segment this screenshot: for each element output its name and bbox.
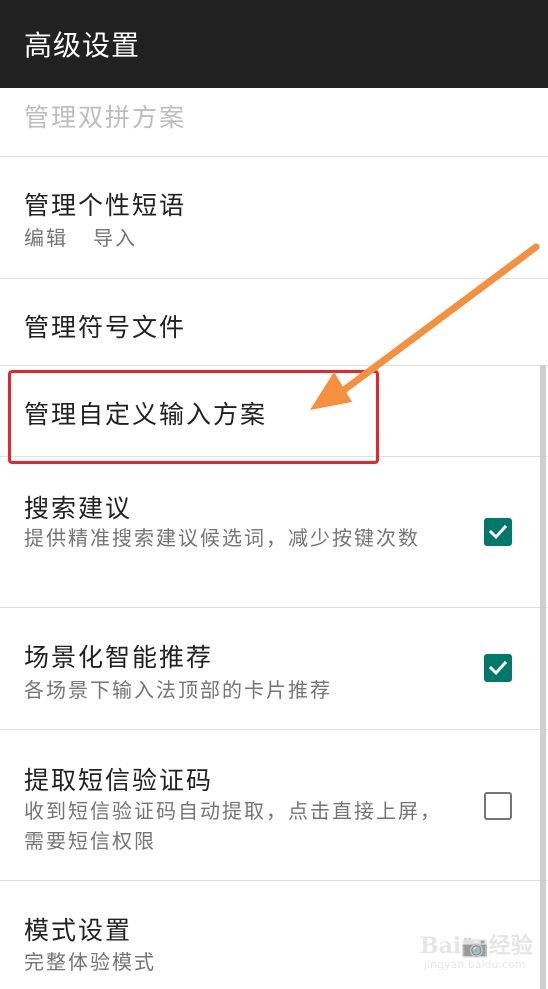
pref-summary: 编辑 导入 <box>24 226 138 250</box>
pref-title: 场景化智能推荐 <box>24 643 214 672</box>
pref-title: 管理符号文件 <box>24 313 187 342</box>
scrollbar[interactable] <box>540 365 546 989</box>
watermark: Bai📷经验 jingyan.baidu.com <box>420 928 540 978</box>
pref-title: 管理个性短语 <box>24 191 187 220</box>
sms-code-checkbox[interactable] <box>484 792 512 820</box>
settings-screen: 高级设置 管理双拼方案 管理个性短语 编辑 导入 管理符号文件 管理自定义输入方… <box>0 0 548 989</box>
pref-title: 管理自定义输入方案 <box>24 400 268 429</box>
pref-title: 提取短信验证码 <box>24 766 214 795</box>
pref-title: 搜索建议 <box>24 494 133 523</box>
check-icon <box>488 524 508 540</box>
toolbar: 高级设置 <box>0 0 548 88</box>
search-suggestion-checkbox[interactable] <box>484 518 512 546</box>
watermark-url: jingyan.baidu.com <box>424 958 526 971</box>
pref-summary: 完整体验模式 <box>24 950 156 974</box>
pref-manage-phrases[interactable]: 管理个性短语 编辑 导入 <box>0 157 548 279</box>
pref-title: 模式设置 <box>24 916 133 945</box>
pref-summary: 收到短信验证码自动提取，点击直接上屏，需要短信权限 <box>24 799 442 853</box>
pref-title: 管理双拼方案 <box>24 103 187 132</box>
pref-search-suggestion[interactable]: 搜索建议 提供精准搜索建议候选词，减少按键次数 <box>0 457 548 608</box>
settings-list[interactable]: 管理双拼方案 管理个性短语 编辑 导入 管理符号文件 管理自定义输入方案 搜索建… <box>0 88 548 989</box>
watermark-logo: Bai📷经验 <box>420 933 533 959</box>
page-title: 高级设置 <box>24 29 141 62</box>
pref-manage-custom-input[interactable]: 管理自定义输入方案 <box>0 366 548 457</box>
pref-manage-shuangpin[interactable]: 管理双拼方案 <box>0 88 548 157</box>
pref-manage-symbols[interactable]: 管理符号文件 <box>0 279 548 366</box>
pref-summary: 各场景下输入法顶部的卡片推荐 <box>24 678 332 702</box>
pref-summary: 提供精准搜索建议候选词，减少按键次数 <box>24 526 420 550</box>
pref-scene-recommend[interactable]: 场景化智能推荐 各场景下输入法顶部的卡片推荐 <box>0 608 548 730</box>
scene-recommend-checkbox[interactable] <box>484 654 512 682</box>
pref-sms-code[interactable]: 提取短信验证码 收到短信验证码自动提取，点击直接上屏，需要短信权限 <box>0 730 548 881</box>
check-icon <box>488 660 508 676</box>
